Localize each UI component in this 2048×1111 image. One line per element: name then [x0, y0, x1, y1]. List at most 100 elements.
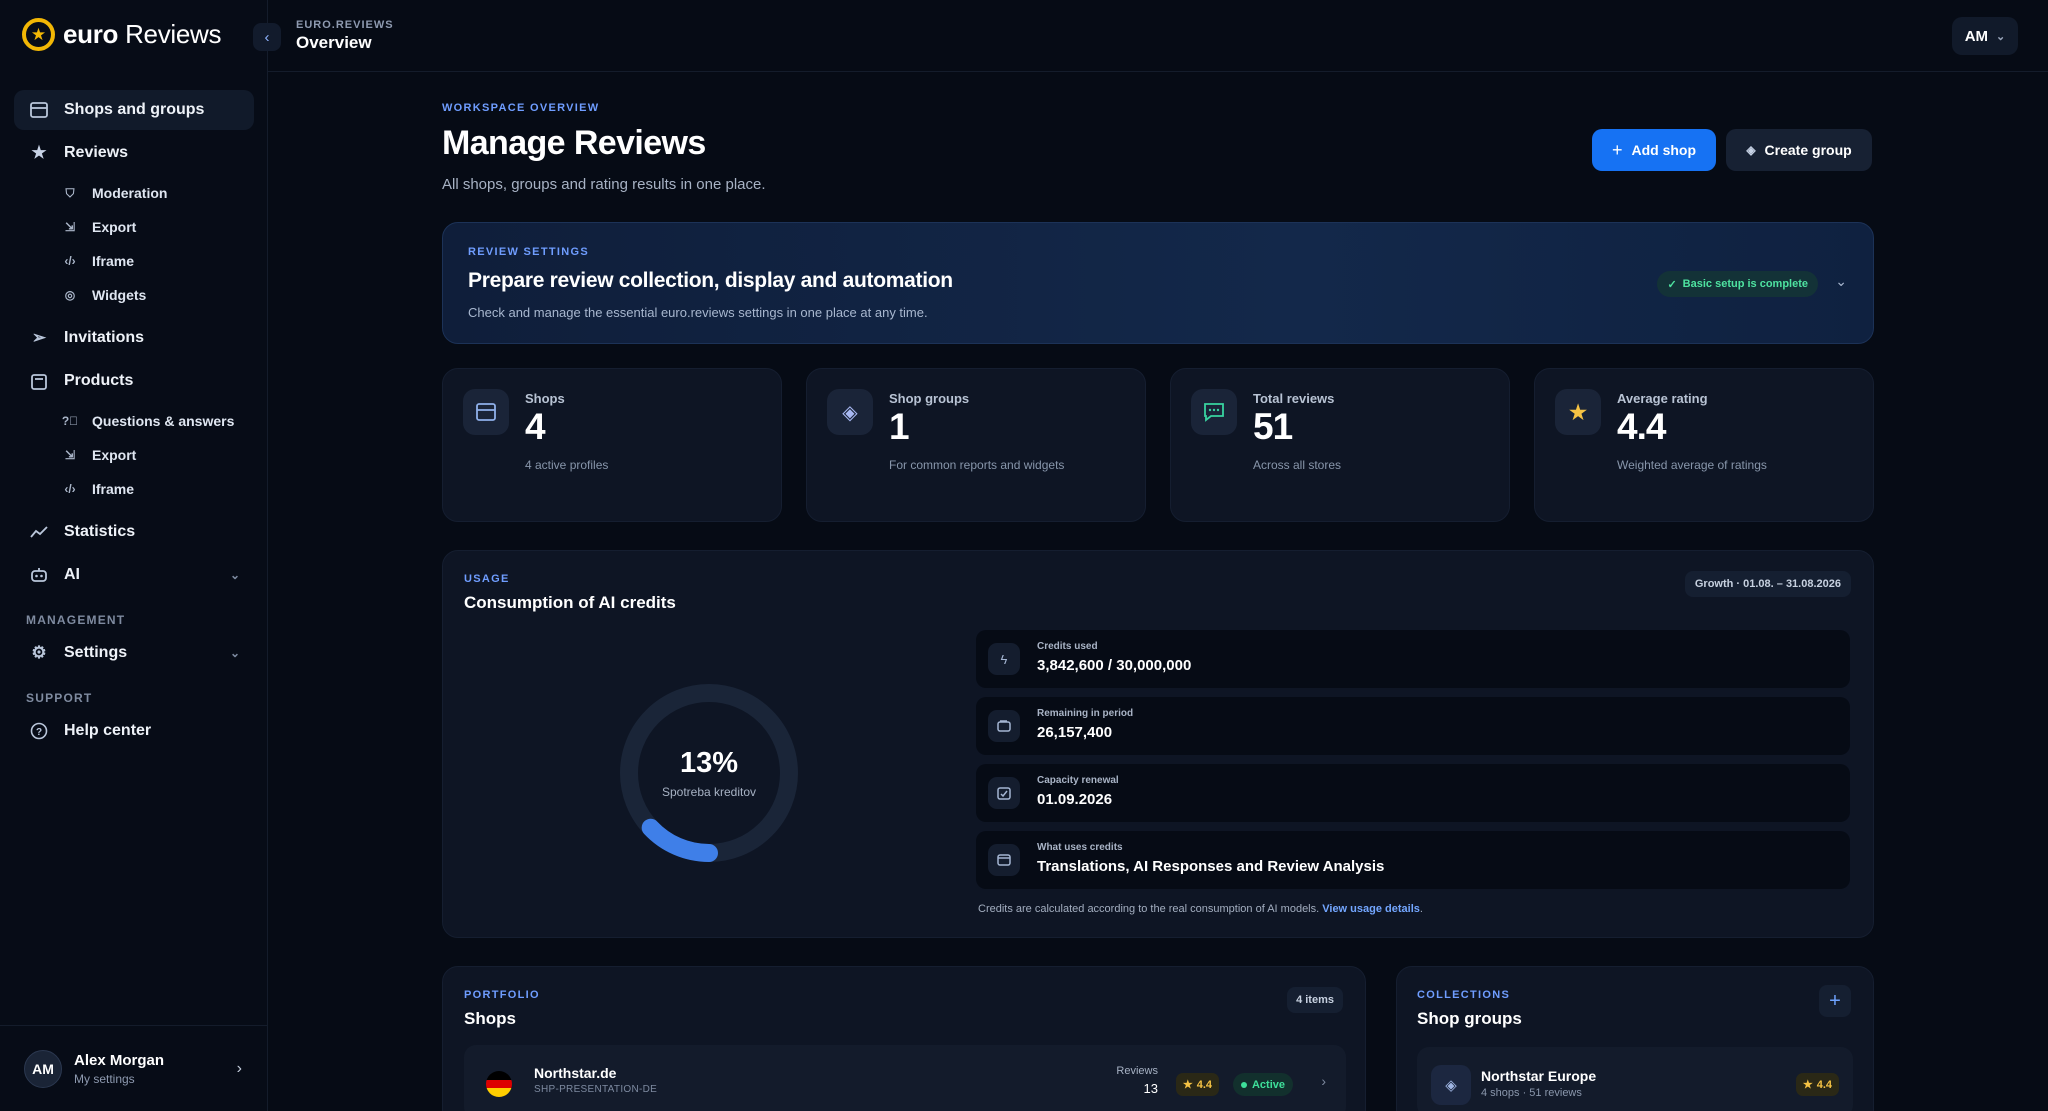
check-icon: ✓: [1667, 278, 1677, 291]
chevron-down-icon: ⌄: [1996, 30, 2006, 43]
user-name: Alex Morgan: [74, 1051, 165, 1069]
plus-icon: +: [1829, 989, 1841, 1012]
chevron-right-icon: ›: [236, 1059, 242, 1077]
question-icon: ?⃝: [61, 414, 79, 428]
widgets-icon: ◎: [64, 288, 76, 302]
status-dot-icon: [1240, 1081, 1247, 1088]
export-icon: ⇲: [64, 220, 76, 234]
store-icon: [463, 389, 509, 435]
shop-name: Northstar.de: [534, 1065, 617, 1081]
code-icon: ‹/›: [64, 254, 76, 268]
rating-badge: ★ 4.4: [1795, 1073, 1839, 1096]
page-subtitle: All shops, groups and rating results in …: [442, 176, 766, 193]
stats-row: Shops 4 4 active profiles ◈ Shop groups …: [442, 368, 1874, 522]
review-settings-card[interactable]: REVIEW SETTINGS Prepare review collectio…: [442, 222, 1874, 344]
group-meta: 4 shops · 51 reviews: [1481, 1087, 1582, 1099]
sidebar-item-ai[interactable]: AI ⌄: [14, 555, 254, 595]
group-name: Northstar Europe: [1481, 1068, 1597, 1084]
view-usage-details-link[interactable]: View usage details: [1322, 903, 1420, 915]
send-icon: ➢: [31, 328, 47, 347]
card-icon: [988, 844, 1020, 876]
stat-card-shop-groups: ◈ Shop groups 1 For common reports and w…: [806, 368, 1146, 522]
rating-badge: ★ 4.4: [1175, 1073, 1219, 1096]
chevron-down-icon[interactable]: ⌄: [1835, 273, 1847, 290]
status-badge: ✓ Basic setup is complete: [1657, 271, 1818, 297]
usage-eyebrow: USAGE: [464, 573, 510, 585]
sidebar-item-invitations[interactable]: ➢ Invitations: [14, 318, 254, 358]
chart-icon: [28, 525, 50, 539]
gear-icon: ⚙: [31, 643, 47, 662]
chevron-down-icon: ⌄: [229, 568, 240, 582]
page-heading: Manage Reviews: [442, 124, 706, 162]
sidebar-item-reviews[interactable]: ★ Reviews: [14, 133, 254, 173]
topbar: EURO.REVIEWS Overview AM ⌄: [268, 0, 2048, 72]
calendar-check-icon: [988, 777, 1020, 809]
box-icon: [28, 373, 50, 390]
sidebar: ★ euro Reviews Shops and groups ★ Review…: [0, 0, 268, 1111]
list-item[interactable]: Northstar.de SHP-PRESENTATION-DE Reviews…: [464, 1045, 1346, 1111]
avatar: AM: [1964, 27, 1989, 45]
star-icon: ★: [1555, 389, 1601, 435]
store-icon: [28, 102, 50, 118]
shop-code: SHP-PRESENTATION-DE: [534, 1084, 658, 1095]
usage-percent: 13%: [679, 747, 739, 779]
breadcrumb[interactable]: EURO.REVIEWS: [296, 19, 394, 31]
layers-icon: ◈: [827, 389, 873, 435]
sidebar-item-products[interactable]: Products: [14, 361, 254, 401]
layers-icon: ◈: [1746, 143, 1756, 157]
list-item[interactable]: ◈ Northstar Europe 4 shops · 51 reviews …: [1417, 1047, 1853, 1111]
code-icon: ‹/›: [64, 482, 76, 496]
section-label-support: SUPPORT: [26, 691, 93, 705]
bolt-icon: ϟ: [988, 643, 1020, 675]
robot-icon: [28, 567, 50, 583]
sidebar-subitem-reviews-iframe[interactable]: ‹/› Iframe: [14, 244, 254, 278]
review-settings-title: Prepare review collection, display and a…: [468, 269, 953, 292]
usage-details: ϟ Credits used 3,842,600 / 30,000,000 Re…: [976, 630, 1850, 898]
shield-icon: ⛉: [65, 185, 75, 200]
add-shop-button[interactable]: + Add shop: [1592, 129, 1716, 171]
period-badge: Growth · 01.08. – 31.08.2026: [1684, 571, 1851, 597]
sidebar-item-settings[interactable]: ⚙ Settings ⌄: [14, 633, 254, 673]
usage-percent-label: Spotreba kreditov: [661, 785, 757, 799]
sidebar-item-help-center[interactable]: ? Help center: [14, 711, 254, 751]
groups-title: Shop groups: [1417, 1009, 1522, 1028]
sidebar-subitem-products-export[interactable]: ⇲ Export: [14, 438, 254, 472]
sidebar-subitem-widgets[interactable]: ◎ Widgets: [14, 278, 254, 312]
usage-row-credits-used: ϟ Credits used 3,842,600 / 30,000,000: [976, 630, 1850, 688]
sidebar-item-shops-and-groups[interactable]: Shops and groups: [14, 90, 254, 130]
shops-count-badge: 4 items: [1287, 987, 1343, 1013]
shop-review-count: 13: [1143, 1081, 1158, 1096]
review-settings-subtitle: Check and manage the essential euro.revi…: [468, 305, 928, 320]
stat-card-average-rating: ★ Average rating 4.4 Weighted average of…: [1534, 368, 1874, 522]
review-settings-eyebrow: REVIEW SETTINGS: [468, 246, 589, 258]
usage-title: Consumption of AI credits: [464, 593, 676, 612]
usage-row-remaining: Remaining in period 26,157,400: [976, 697, 1850, 755]
star-icon: ★: [1182, 1079, 1193, 1091]
germany-flag-icon: [486, 1071, 512, 1097]
brand-logo[interactable]: ★ euro Reviews: [22, 18, 222, 51]
sidebar-subitem-moderation[interactable]: ⛉ Moderation: [14, 176, 254, 210]
sidebar-subitem-questions-answers[interactable]: ?⃝ Questions & answers: [14, 404, 254, 438]
create-group-button[interactable]: ◈ Create group: [1726, 129, 1872, 171]
sidebar-subitem-reviews-export[interactable]: ⇲ Export: [14, 210, 254, 244]
groups-eyebrow: COLLECTIONS: [1417, 989, 1511, 1001]
plus-icon: +: [1611, 139, 1623, 160]
stat-card-total-reviews: Total reviews 51 Across all stores: [1170, 368, 1510, 522]
export-icon: ⇲: [64, 448, 76, 462]
sidebar-subitem-products-iframe[interactable]: ‹/› Iframe: [14, 472, 254, 506]
page-title: Overview: [296, 33, 372, 52]
account-menu-button[interactable]: AM ⌄: [1952, 17, 2018, 55]
collapse-sidebar-button[interactable]: ‹: [253, 23, 281, 51]
shops-title: Shops: [464, 1009, 516, 1028]
shops-card: PORTFOLIO Shops 4 items Northstar.de SHP…: [442, 966, 1366, 1111]
shop-groups-card: COLLECTIONS Shop groups + ◈ Northstar Eu…: [1396, 966, 1874, 1111]
ai-credits-usage-card: USAGE Consumption of AI credits Growth ·…: [442, 550, 1874, 938]
sidebar-item-statistics[interactable]: Statistics: [14, 512, 254, 552]
layers-icon: ◈: [1431, 1065, 1471, 1105]
user-settings-link: My settings: [74, 1071, 135, 1086]
usage-note: Credits are calculated according to the …: [978, 903, 1423, 915]
help-icon: ?: [28, 722, 50, 740]
user-profile[interactable]: AM Alex Morgan My settings ›: [0, 1025, 268, 1111]
star-icon: ★: [31, 143, 47, 162]
add-group-button[interactable]: +: [1819, 985, 1851, 1017]
